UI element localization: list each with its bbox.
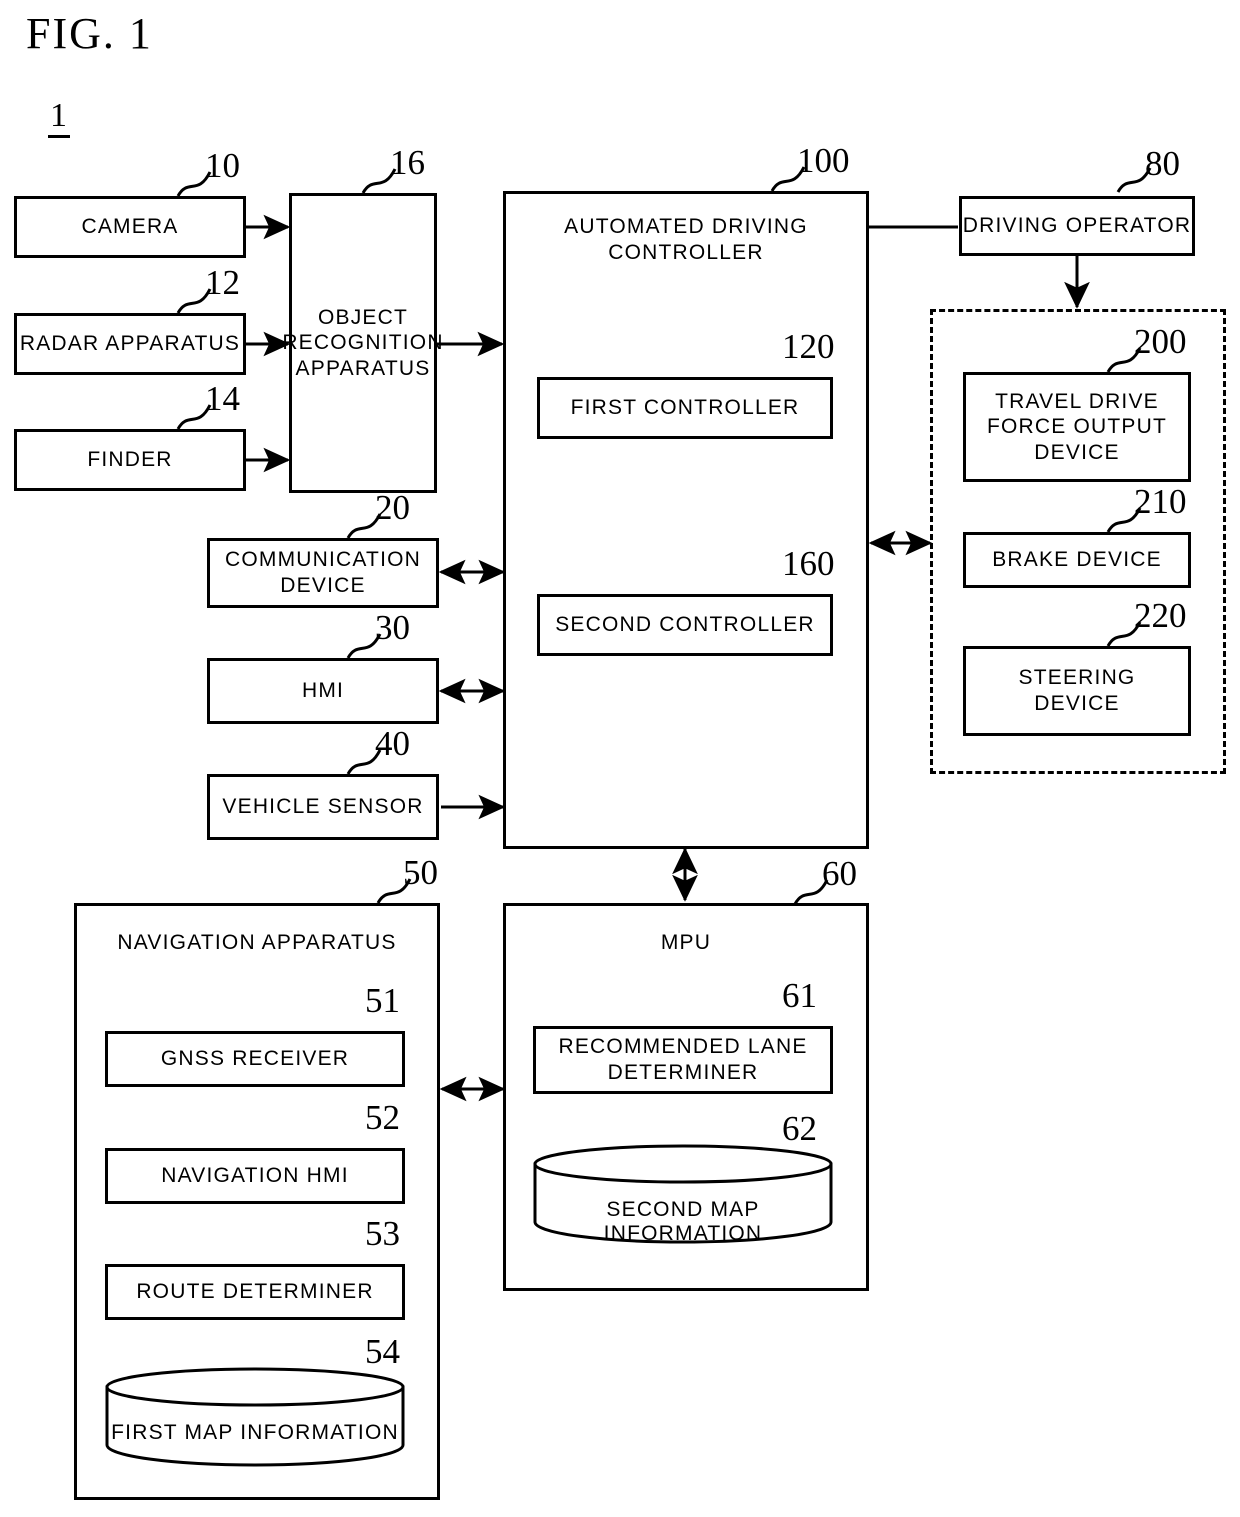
ref-30: 30 [375, 608, 410, 647]
block-camera-label: CAMERA [81, 215, 179, 239]
ref-61: 61 [782, 976, 817, 1015]
ref-80: 80 [1145, 144, 1180, 183]
block-vehicle-sensor-label: VEHICLE SENSOR [222, 795, 424, 819]
ref-14: 14 [205, 379, 240, 418]
block-driving-operator-label: DRIVING OPERATOR [962, 214, 1192, 238]
ref-52: 52 [365, 1098, 400, 1137]
block-steering-device-label: STEERING DEVICE [1018, 666, 1136, 715]
ref-160: 160 [782, 544, 835, 583]
block-first-map-information[interactable]: FIRST MAP INFORMATION [105, 1367, 405, 1471]
ref-12: 12 [205, 263, 240, 302]
block-gnss-receiver-label: GNSS RECEIVER [160, 1047, 350, 1071]
block-first-controller-label: FIRST CONTROLLER [570, 396, 800, 420]
block-steering-device[interactable]: STEERING DEVICE [963, 646, 1191, 736]
block-hmi-label: HMI [301, 679, 345, 703]
ref-40: 40 [375, 724, 410, 763]
block-recommended-lane-determiner-label: RECOMMENDED LANE DETERMINER [558, 1035, 808, 1084]
block-mpu-label: MPU [660, 931, 712, 954]
db2-cylinder-top [533, 1144, 833, 1184]
ref-220: 220 [1134, 596, 1187, 635]
ref-200: 200 [1134, 322, 1187, 361]
ref-10: 10 [205, 146, 240, 185]
ref-62: 62 [782, 1109, 817, 1148]
db-cylinder-top [105, 1367, 405, 1407]
block-navigation-apparatus-label: NAVIGATION APPARATUS [117, 931, 397, 954]
block-second-controller[interactable]: SECOND CONTROLLER [537, 594, 833, 656]
block-automated-driving-controller[interactable]: AUTOMATED DRIVING CONTROLLER [503, 191, 869, 849]
ref-50: 50 [403, 853, 438, 892]
block-radar-apparatus[interactable]: RADAR APPARATUS [14, 313, 246, 375]
block-communication-device[interactable]: COMMUNICATION DEVICE [207, 538, 439, 608]
block-hmi[interactable]: HMI [207, 658, 439, 724]
block-recommended-lane-determiner[interactable]: RECOMMENDED LANE DETERMINER [533, 1026, 833, 1094]
block-brake-device[interactable]: BRAKE DEVICE [963, 532, 1191, 588]
ref-53: 53 [365, 1214, 400, 1253]
ref-100: 100 [797, 141, 850, 180]
ref-210: 210 [1134, 482, 1187, 521]
block-brake-device-label: BRAKE DEVICE [992, 548, 1162, 572]
block-object-recognition-label: OBJECT RECOGNITION APPARATUS [282, 305, 444, 380]
block-object-recognition-apparatus[interactable]: OBJECT RECOGNITION APPARATUS [282, 193, 442, 493]
block-communication-label: COMMUNICATION DEVICE [224, 548, 422, 597]
block-finder[interactable]: FINDER [14, 429, 246, 491]
block-driving-operator[interactable]: DRIVING OPERATOR [959, 196, 1195, 256]
block-radar-label: RADAR APPARATUS [19, 332, 241, 356]
block-route-determiner[interactable]: ROUTE DETERMINER [105, 1264, 405, 1320]
block-vehicle-sensor[interactable]: VEHICLE SENSOR [207, 774, 439, 840]
ref-54: 54 [365, 1332, 400, 1371]
block-travel-drive-label: TRAVEL DRIVE FORCE OUTPUT DEVICE [986, 389, 1168, 464]
block-first-controller[interactable]: FIRST CONTROLLER [537, 377, 833, 439]
figure-canvas: FIG. 1 1 CAMERA 10 RADAR APPARATUS 12 FI… [0, 0, 1240, 1517]
block-automated-driving-controller-label: AUTOMATED DRIVING CONTROLLER [564, 215, 808, 264]
block-second-controller-label: SECOND CONTROLLER [555, 613, 815, 637]
ref-16: 16 [390, 143, 425, 182]
block-travel-drive-force-output-device[interactable]: TRAVEL DRIVE FORCE OUTPUT DEVICE [963, 372, 1191, 482]
ref-51: 51 [365, 981, 400, 1020]
ref-60: 60 [822, 854, 857, 893]
block-camera[interactable]: CAMERA [14, 196, 246, 258]
block-navigation-hmi[interactable]: NAVIGATION HMI [105, 1148, 405, 1204]
ref-20: 20 [375, 488, 410, 527]
block-gnss-receiver[interactable]: GNSS RECEIVER [105, 1031, 405, 1087]
block-finder-label: FINDER [87, 448, 173, 472]
block-route-determiner-label: ROUTE DETERMINER [136, 1280, 374, 1304]
ref-120: 120 [782, 327, 835, 366]
block-second-map-information[interactable]: SECOND MAP INFORMATION [533, 1144, 833, 1248]
block-navigation-hmi-label: NAVIGATION HMI [161, 1164, 349, 1188]
